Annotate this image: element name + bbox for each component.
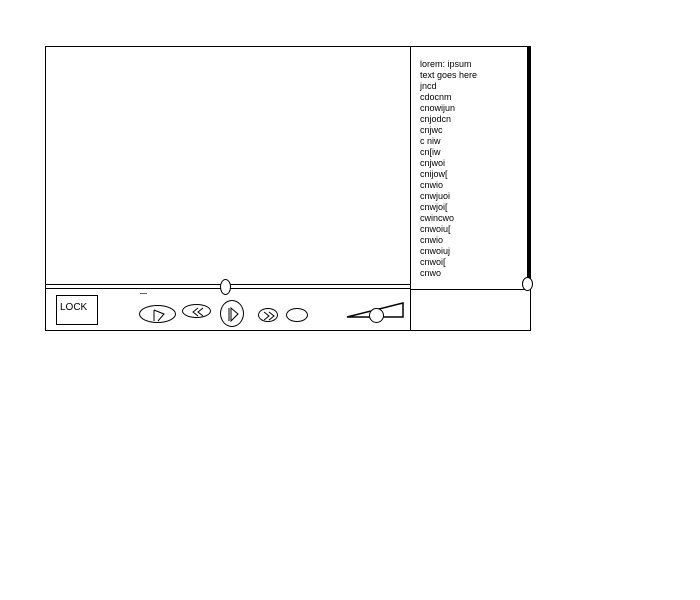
video-area[interactable] [46, 47, 410, 283]
info-line: cnjwoi [420, 158, 446, 168]
info-panel: lorem: ipsum text goes here jncd cdocnm cnow… [411, 47, 533, 291]
info-line: cnijow[ [420, 169, 448, 179]
volume-slider-thumb[interactable] [369, 308, 384, 323]
info-line: cdocnm [420, 92, 452, 102]
play-icon [228, 306, 239, 323]
info-line: cn[iw [420, 147, 441, 157]
info-line: cwincwo [420, 213, 455, 223]
play-button[interactable] [220, 300, 244, 327]
info-list: lorem: ipsum text goes here jncd cdocnm cnow… [420, 59, 477, 279]
extra-control-button[interactable] [286, 308, 308, 322]
lock-button[interactable]: LOCK [56, 295, 98, 325]
info-line: cnwoiuj [420, 246, 451, 256]
info-line: c niw [420, 136, 441, 146]
info-line: jncd [420, 81, 437, 91]
forward-button[interactable] [258, 308, 278, 322]
info-panel-footer [411, 290, 530, 330]
info-line: lorem: ipsum [420, 59, 472, 69]
media-player: lorem: ipsum text goes here jncd cdocnm cnow… [45, 46, 533, 331]
info-line: cnjodcn [420, 114, 452, 124]
rewind-icon [192, 307, 204, 317]
rewind-button[interactable] [182, 304, 211, 318]
info-scrollbar-thumb[interactable] [522, 277, 533, 291]
divider-mark [140, 293, 147, 294]
lock-button-label: LOCK [60, 302, 88, 313]
info-line: cnwoiu[ [420, 224, 451, 234]
info-line: cnjwc [420, 125, 443, 135]
info-line: cnwio [420, 235, 444, 245]
control-bar: LOCK [46, 289, 410, 330]
info-line: cnwo [420, 268, 442, 278]
info-line: cnwio [420, 180, 444, 190]
info-line: cnwjoi[ [420, 202, 448, 212]
fast-forward-icon [263, 311, 275, 321]
info-scrollbar[interactable] [527, 47, 530, 289]
info-line: cnowijun [420, 103, 456, 113]
info-line: cnwoi[ [420, 257, 446, 267]
skip-back-button[interactable] [139, 305, 176, 323]
skip-back-icon [153, 309, 165, 322]
info-line: cnwjuoi [420, 191, 451, 201]
info-line: text goes here [420, 70, 478, 80]
